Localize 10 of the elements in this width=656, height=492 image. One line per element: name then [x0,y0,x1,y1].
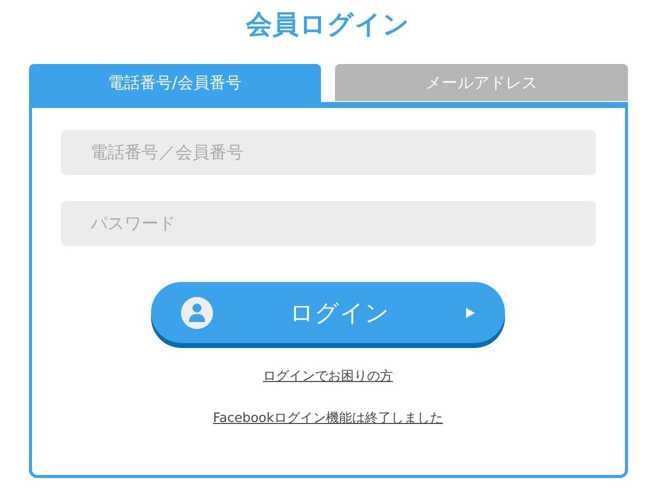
tab[interactable]: メールアドレス [335,64,628,101]
user-icon [181,296,213,328]
input-field[interactable]: パスワード [60,201,596,246]
play-icon [466,308,475,318]
input-field[interactable]: 電話番号／会員番号 [60,130,596,175]
tab[interactable]: 電話番号/会員番号 [28,64,321,102]
facebook-notice-link[interactable]: Facebookログイン機能は終了しました [212,408,444,428]
page-title: 会員ログイン [246,9,410,42]
login-button[interactable]: ログイン [151,282,505,343]
help-link[interactable]: ログインでお困りの方 [263,367,393,386]
